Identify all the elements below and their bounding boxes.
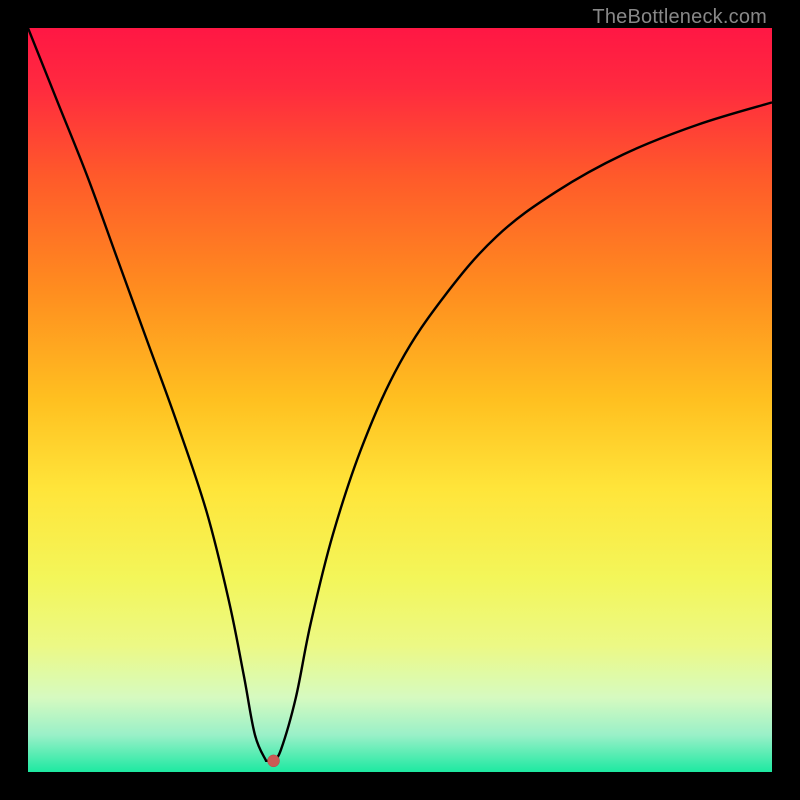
optimum-marker: [268, 755, 280, 767]
chart-svg: [28, 28, 772, 772]
plot-frame: [28, 28, 772, 772]
watermark-text: TheBottleneck.com: [592, 6, 767, 29]
